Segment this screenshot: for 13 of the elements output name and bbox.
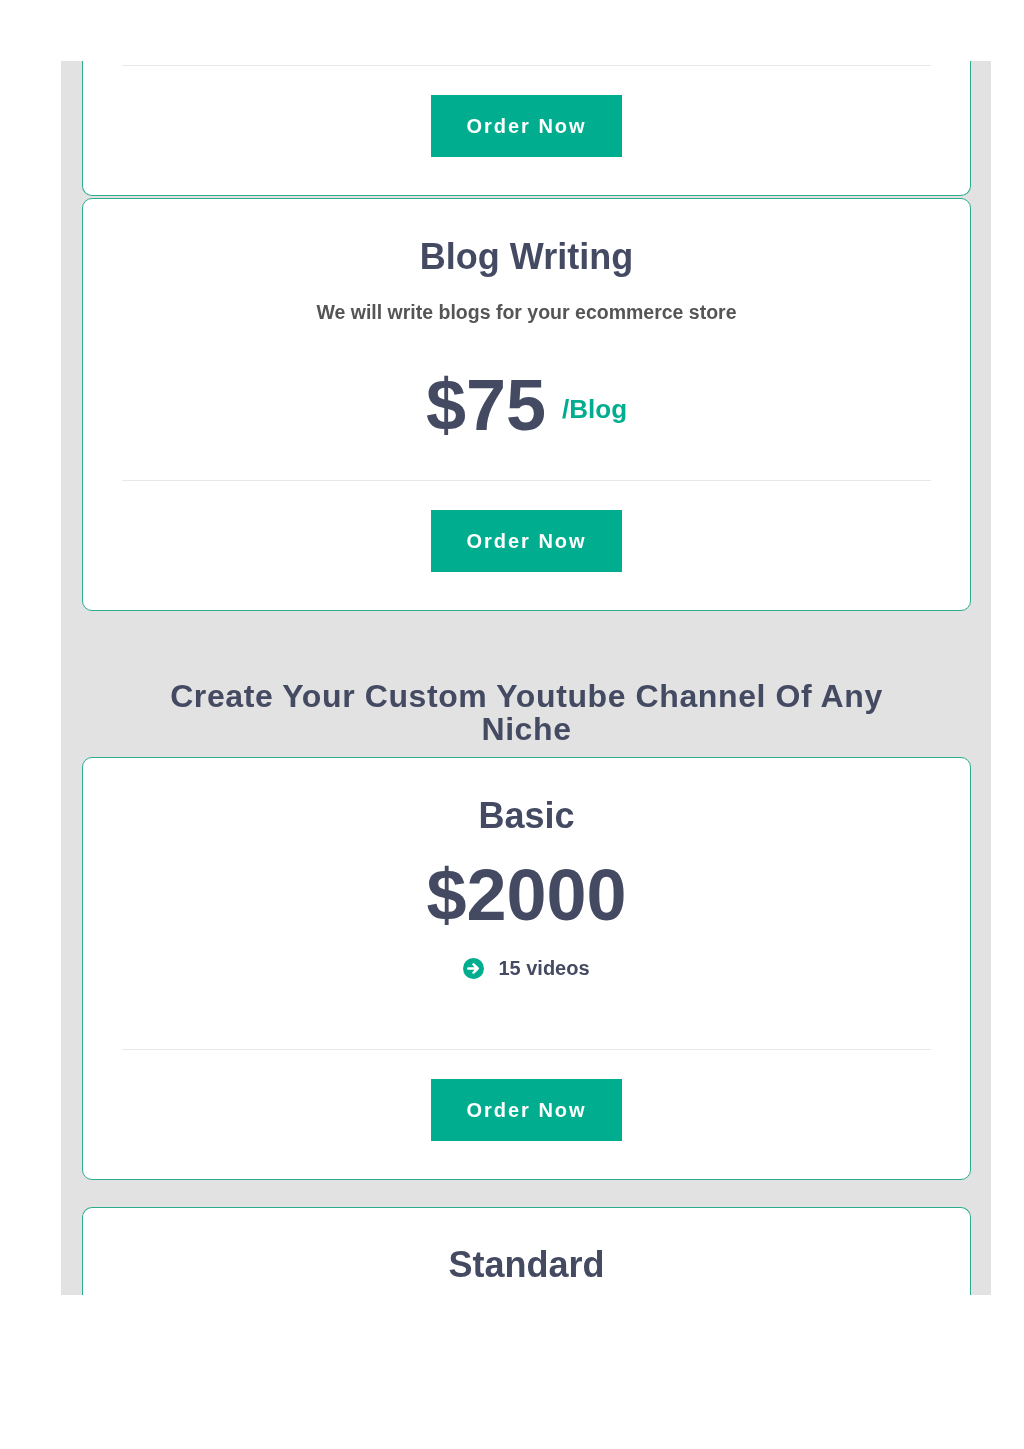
plan-price: $75 <box>425 365 547 445</box>
feature-text: 15 videos <box>498 956 590 981</box>
order-button[interactable]: Order Now <box>431 510 622 572</box>
order-button[interactable]: Order Now <box>431 95 622 157</box>
arrow-circle-icon <box>463 957 485 979</box>
plan-title: Basic <box>478 794 575 838</box>
plan-title: Standard <box>448 1243 605 1287</box>
price-unit: /Blog <box>562 393 628 425</box>
section-heading: Create Your Custom Youtube Channel Of Any Niche <box>169 680 884 746</box>
plan-price: $2000 <box>426 855 627 935</box>
plan-description: We will write blogs for your ecommerce store <box>316 300 737 325</box>
plan-title: Blog Writing <box>419 235 634 279</box>
order-button[interactable]: Order Now <box>431 1079 622 1141</box>
